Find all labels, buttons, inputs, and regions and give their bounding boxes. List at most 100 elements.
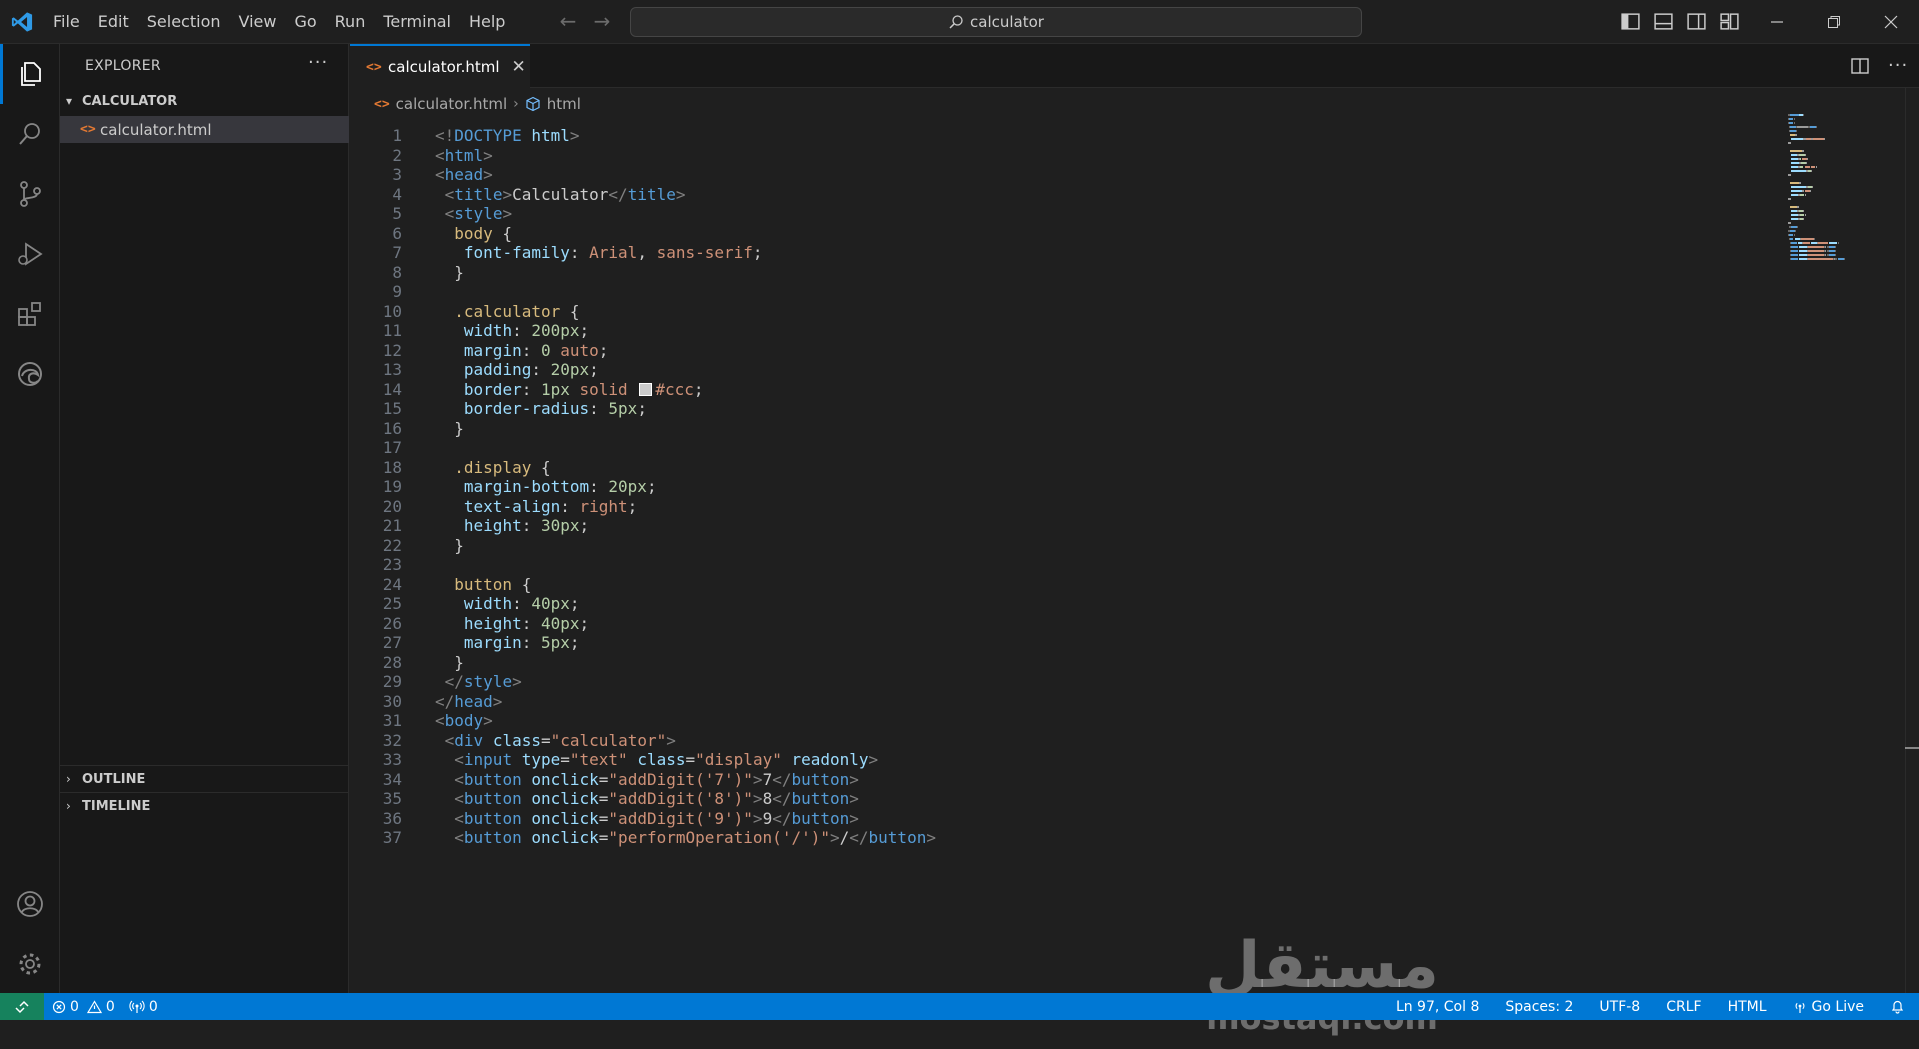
code-line[interactable]: 37 <button onclick="performOperation('/'… [350, 826, 1780, 850]
code-editor[interactable]: 1 <!DOCTYPE html> 2 <html> 3 <head> 4 <title>C… [350, 126, 1780, 993]
end-of-line[interactable]: CRLF [1666, 999, 1701, 1015]
code-token: > [675, 184, 686, 204]
toggle-primary-sidebar-icon[interactable] [1620, 11, 1641, 32]
menu-selection[interactable]: Selection [138, 0, 230, 44]
menu-run[interactable]: Run [326, 0, 375, 44]
split-editor-icon[interactable] [1850, 56, 1870, 76]
extensions-activity[interactable] [0, 284, 60, 344]
code-token: 1px [540, 379, 570, 399]
search-icon [19, 123, 40, 145]
more-actions-icon[interactable]: ··· [308, 52, 328, 73]
cursor-position[interactable]: Ln 97, Col 8 [1396, 999, 1479, 1015]
run-debug-activity[interactable] [0, 224, 60, 284]
color-swatch-icon[interactable] [639, 382, 653, 396]
code-token: { [560, 301, 580, 321]
code-token: = [560, 750, 570, 769]
minimap-segment [1801, 238, 1815, 240]
code-token: < [444, 730, 455, 750]
code-token: #ccc [655, 379, 694, 399]
minimap-segment [1807, 258, 1834, 260]
chevron-down-icon: ▾ [66, 94, 73, 108]
go-forward-icon[interactable]: → [592, 11, 612, 31]
toggle-secondary-sidebar-icon[interactable] [1686, 11, 1707, 32]
minimap-segment [1807, 246, 1825, 248]
code-token: > [483, 145, 493, 165]
code-token: onclick [531, 828, 599, 847]
code-token: : [569, 243, 590, 262]
timeline-section[interactable]: › TIMELINE [60, 793, 349, 819]
code-token: border [463, 379, 522, 399]
minimap-segment [1788, 142, 1792, 144]
go-live-button[interactable]: Go Live [1793, 999, 1864, 1015]
chevron-right-icon: › [66, 799, 71, 813]
code-token: head [444, 165, 484, 184]
close-tab-icon[interactable]: ✕ [512, 57, 526, 77]
menu-file[interactable]: File [44, 0, 89, 44]
tab-calculator-html[interactable]: <> calculator.html ✕ [350, 44, 530, 88]
more-actions-icon[interactable]: ··· [1888, 55, 1908, 76]
code-token: = [598, 828, 609, 847]
code-token: < [454, 750, 464, 769]
code-token: solid [579, 379, 628, 399]
toggle-panel-icon[interactable] [1653, 11, 1674, 32]
explorer-activity[interactable] [0, 44, 60, 104]
minimap-segment [1803, 242, 1810, 244]
minimap-segment [1799, 254, 1807, 256]
minimap-segment [1828, 246, 1836, 248]
bell-icon[interactable] [1890, 999, 1905, 1014]
code-token: > [483, 165, 493, 184]
edge-devtools-activity[interactable] [0, 344, 60, 404]
ports-status[interactable]: 0 [129, 999, 158, 1015]
code-token: ; [646, 477, 657, 496]
menu-view[interactable]: View [230, 0, 286, 44]
go-live-label: Go Live [1811, 998, 1864, 1015]
file-item-calculator-html[interactable]: <> calculator.html [60, 116, 349, 143]
minimap-segment [1815, 166, 1817, 168]
command-center-search[interactable]: calculator [630, 7, 1362, 37]
menu-help[interactable]: Help [460, 0, 514, 44]
menu-go[interactable]: Go [285, 0, 325, 44]
breadcrumb-file[interactable]: calculator.html [396, 95, 508, 113]
code-token: : [512, 594, 532, 613]
scrollbar-cursor-marker [1905, 747, 1919, 749]
minimap[interactable] [1788, 114, 1848, 374]
code-token: button [463, 769, 522, 789]
code-token: "addDigit('8')" [608, 789, 753, 808]
minimap-segment [1804, 214, 1806, 216]
menu-edit[interactable]: Edit [89, 0, 138, 44]
go-back-icon[interactable]: ← [558, 11, 578, 31]
customize-layout-icon[interactable] [1719, 11, 1740, 32]
code-token: < [454, 828, 464, 847]
accounts-activity[interactable] [0, 874, 60, 934]
minimize-button[interactable] [1748, 0, 1805, 44]
breadcrumb-symbol[interactable]: html [547, 95, 581, 113]
remote-indicator[interactable] [0, 993, 44, 1020]
close-window-button[interactable] [1862, 0, 1919, 44]
menu-bar: File Edit Selection View Go Run Terminal Help [44, 0, 514, 44]
file-encoding[interactable]: UTF-8 [1599, 999, 1640, 1015]
manage-activity[interactable] [0, 934, 60, 994]
code-token: readonly [791, 750, 869, 769]
edge-icon [18, 362, 42, 386]
indentation[interactable]: Spaces: 2 [1505, 999, 1573, 1015]
sidebar-title: EXPLORER [85, 58, 161, 74]
source-control-activity[interactable] [0, 164, 60, 224]
restore-button[interactable] [1805, 0, 1862, 44]
code-token: > [849, 808, 859, 828]
search-activity[interactable] [0, 104, 60, 164]
outline-section[interactable]: › OUTLINE [60, 766, 349, 792]
minimap-segment [1790, 182, 1799, 184]
editor-scrollbar[interactable] [1905, 88, 1919, 993]
menu-terminal[interactable]: Terminal [374, 0, 460, 44]
code-token: title [627, 184, 676, 204]
language-mode[interactable]: HTML [1728, 999, 1767, 1015]
minimap-segment [1791, 170, 1806, 172]
folder-section-calculator[interactable]: ▾ CALCULATOR [60, 88, 349, 114]
problems-status[interactable]: 0 0 [52, 999, 115, 1015]
minimap-segment [1828, 242, 1838, 244]
